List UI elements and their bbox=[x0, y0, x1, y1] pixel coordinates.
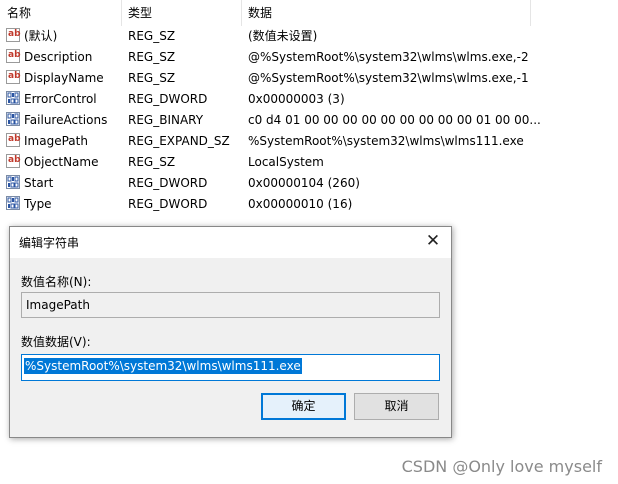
value-name-text: ObjectName bbox=[24, 155, 99, 169]
value-name-text: Description bbox=[24, 50, 93, 64]
string-value-icon bbox=[6, 47, 21, 63]
value-type-cell: REG_BINARY bbox=[128, 113, 204, 127]
registry-value-row[interactable]: DisplayName REG_SZ @%SystemRoot%\system32\… bbox=[0, 68, 618, 89]
value-data-cell: 0x00000104 (260) bbox=[248, 176, 360, 190]
value-type-cell: REG_DWORD bbox=[128, 176, 208, 190]
registry-value-row[interactable]: (默认) REG_SZ (数值未设置) bbox=[0, 26, 618, 47]
value-name-text: ErrorControl bbox=[24, 92, 97, 106]
value-name-cell: Type bbox=[6, 194, 121, 215]
value-name-text: ImagePath bbox=[24, 134, 88, 148]
column-header-data[interactable]: 数据 bbox=[241, 0, 531, 26]
value-data-cell: c0 d4 01 00 00 00 00 00 00 00 00 00 01 0… bbox=[248, 113, 541, 127]
value-name-text: Type bbox=[24, 197, 52, 211]
binary-value-icon bbox=[6, 91, 20, 105]
ok-button[interactable]: 确定 bbox=[261, 393, 346, 420]
string-value-icon bbox=[6, 26, 21, 42]
value-data-cell: LocalSystem bbox=[248, 155, 324, 169]
value-data-cell: 0x00000003 (3) bbox=[248, 92, 345, 106]
value-name-cell: (默认) bbox=[6, 26, 121, 47]
value-data-selected-text[interactable]: %SystemRoot%\system32\wlms\wlms111.exe bbox=[24, 358, 302, 374]
value-name-text: (默认) bbox=[24, 29, 58, 43]
value-name-text: Start bbox=[24, 176, 54, 190]
value-type-cell: REG_EXPAND_SZ bbox=[128, 134, 230, 148]
value-type-cell: REG_SZ bbox=[128, 71, 176, 85]
value-type-cell: REG_SZ bbox=[128, 50, 176, 64]
registry-value-row[interactable]: ErrorControl REG_DWORD 0x00000003 (3) bbox=[0, 89, 618, 110]
string-value-icon bbox=[6, 68, 21, 84]
value-data-cell: @%SystemRoot%\system32\wlms\wlms.exe,-2 bbox=[248, 50, 529, 64]
value-data-cell: 0x00000010 (16) bbox=[248, 197, 353, 211]
dialog-title: 编辑字符串 bbox=[19, 236, 80, 250]
value-name-label: 数值名称(N): bbox=[21, 275, 92, 289]
value-name-cell: ErrorControl bbox=[6, 89, 121, 110]
value-name-cell: Start bbox=[6, 173, 121, 194]
dialog-title-bar: 编辑字符串 ✕ bbox=[10, 227, 451, 258]
value-data-input[interactable]: %SystemRoot%\system32\wlms\wlms111.exe bbox=[21, 354, 440, 381]
value-name-text: DisplayName bbox=[24, 71, 104, 85]
watermark: CSDN @Only love myself bbox=[401, 457, 602, 476]
registry-value-row[interactable]: FailureActions REG_BINARY c0 d4 01 00 00 0… bbox=[0, 110, 618, 131]
registry-value-row[interactable]: Type REG_DWORD 0x00000010 (16) bbox=[0, 194, 618, 215]
value-name-cell: ObjectName bbox=[6, 152, 121, 173]
string-value-icon bbox=[6, 131, 21, 147]
value-type-cell: REG_DWORD bbox=[128, 197, 208, 211]
registry-value-row[interactable]: ImagePath REG_EXPAND_SZ %SystemRoot%\syste… bbox=[0, 131, 618, 152]
string-value-icon bbox=[6, 152, 21, 168]
column-header-type[interactable]: 类型 bbox=[121, 0, 241, 26]
list-header: 名称 类型 数据 bbox=[0, 0, 618, 26]
value-name-cell: FailureActions bbox=[6, 110, 121, 131]
value-data-cell: @%SystemRoot%\system32\wlms\wlms.exe,-1 bbox=[248, 71, 529, 85]
edit-string-dialog: 编辑字符串 ✕ 数值名称(N): ImagePath 数值数据(V): %Sys… bbox=[9, 226, 452, 438]
column-divider[interactable] bbox=[530, 0, 531, 26]
registry-value-row[interactable]: Start REG_DWORD 0x00000104 (260) bbox=[0, 173, 618, 194]
value-name-text: FailureActions bbox=[24, 113, 108, 127]
value-type-cell: REG_DWORD bbox=[128, 92, 208, 106]
value-data-label: 数值数据(V): bbox=[21, 335, 91, 349]
value-name-cell: DisplayName bbox=[6, 68, 121, 89]
binary-value-icon bbox=[6, 112, 20, 126]
value-type-cell: REG_SZ bbox=[128, 29, 176, 43]
value-data-cell: %SystemRoot%\system32\wlms\wlms111.exe bbox=[248, 134, 524, 148]
value-name-cell: ImagePath bbox=[6, 131, 121, 152]
close-icon[interactable]: ✕ bbox=[415, 227, 451, 258]
value-type-cell: REG_SZ bbox=[128, 155, 176, 169]
value-name-field[interactable]: ImagePath bbox=[21, 292, 440, 318]
binary-value-icon bbox=[6, 196, 20, 210]
registry-value-row[interactable]: Description REG_SZ @%SystemRoot%\system32\… bbox=[0, 47, 618, 68]
binary-value-icon bbox=[6, 175, 20, 189]
registry-value-row[interactable]: ObjectName REG_SZ LocalSystem bbox=[0, 152, 618, 173]
value-data-cell: (数值未设置) bbox=[248, 29, 318, 43]
column-header-name[interactable]: 名称 bbox=[0, 0, 121, 26]
value-name-cell: Description bbox=[6, 47, 121, 68]
cancel-button[interactable]: 取消 bbox=[354, 393, 439, 420]
registry-values-list: (默认) REG_SZ (数值未设置) Description REG_SZ @%Syst… bbox=[0, 26, 618, 215]
